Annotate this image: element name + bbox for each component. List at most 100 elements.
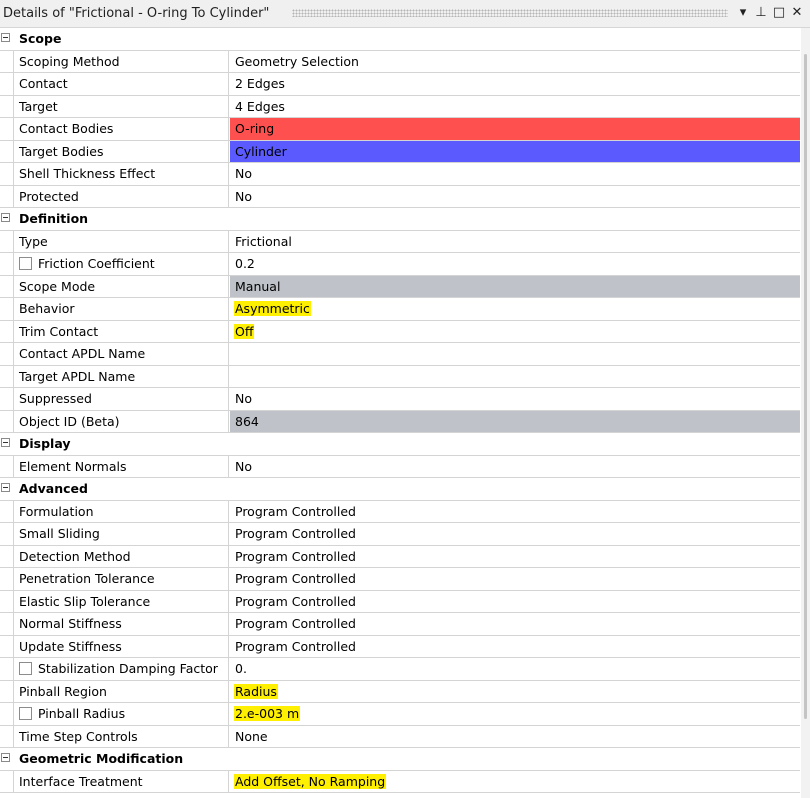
vertical-scrollbar[interactable] — [801, 28, 810, 798]
row-gutter — [0, 725, 13, 747]
property-value-cell[interactable] — [230, 343, 800, 365]
property-value-cell[interactable]: O-ring — [230, 118, 800, 140]
row-gutter — [0, 50, 13, 72]
property-value-cell[interactable]: No — [230, 163, 800, 185]
parameter-checkbox[interactable] — [19, 662, 32, 675]
property-row[interactable]: Behavior Asymmetric — [0, 298, 800, 321]
property-row[interactable]: Elastic Slip Tolerance Program Controlled — [0, 590, 800, 613]
collapse-icon[interactable] — [1, 438, 10, 447]
property-row[interactable]: Scope Mode Manual — [0, 275, 800, 298]
property-value: Program Controlled — [235, 526, 356, 541]
property-name: Element Normals — [19, 458, 127, 474]
property-value-cell[interactable]: Program Controlled — [230, 636, 800, 658]
property-value-cell[interactable]: Frictional — [230, 231, 800, 253]
row-gutter — [0, 73, 13, 95]
row-gutter — [0, 613, 13, 635]
property-value-cell[interactable]: 2 Edges — [230, 73, 800, 95]
property-row[interactable]: Element Normals No — [0, 455, 800, 478]
property-row[interactable]: Detection Method Program Controlled — [0, 545, 800, 568]
property-value-cell[interactable]: No — [230, 456, 800, 478]
property-name-cell: Trim Contact — [13, 320, 229, 342]
category-row[interactable]: Advanced — [0, 478, 800, 501]
close-icon[interactable]: ✕ — [789, 4, 805, 22]
property-value-cell[interactable]: Cylinder — [230, 140, 800, 162]
property-value-cell[interactable]: 0. — [230, 658, 800, 680]
property-value-cell[interactable]: Program Controlled — [230, 523, 800, 545]
property-name-cell: Target APDL Name — [13, 365, 229, 387]
property-value-cell[interactable]: None — [230, 726, 800, 748]
property-value-cell[interactable]: Add Offset, No Ramping — [230, 771, 800, 793]
collapse-icon[interactable] — [1, 483, 10, 492]
property-row[interactable]: Formulation Program Controlled — [0, 500, 800, 523]
property-row[interactable]: Shell Thickness Effect No — [0, 163, 800, 186]
property-value-cell[interactable]: 2.e-003 m — [230, 703, 800, 725]
property-row[interactable]: Scoping Method Geometry Selection — [0, 50, 800, 73]
property-row[interactable]: Trim Contact Off — [0, 320, 800, 343]
property-row[interactable]: Type Frictional — [0, 230, 800, 253]
property-value-cell[interactable]: Program Controlled — [230, 501, 800, 523]
property-row[interactable]: Contact APDL Name — [0, 343, 800, 366]
property-value: 4 Edges — [235, 98, 285, 114]
property-name-cell: Suppressed — [13, 388, 229, 410]
property-value-cell[interactable]: Program Controlled — [230, 568, 800, 590]
property-value: 0. — [235, 661, 247, 676]
property-row[interactable]: Interface Treatment Add Offset, No Rampin… — [0, 770, 800, 793]
property-value-cell[interactable]: No — [230, 388, 800, 410]
property-name: Target — [19, 98, 58, 114]
collapse-icon[interactable] — [1, 213, 10, 222]
property-row[interactable]: Time Step Controls None — [0, 725, 800, 748]
property-value: Program Controlled — [235, 571, 356, 586]
property-row[interactable]: Update Stiffness Program Controlled — [0, 635, 800, 658]
property-name: Formulation — [19, 503, 94, 519]
property-value: Asymmetric — [234, 301, 311, 316]
property-value-cell[interactable]: 4 Edges — [230, 96, 800, 118]
title-grip[interactable] — [292, 9, 728, 17]
property-row[interactable]: Stabilization Damping Factor 0. — [0, 658, 800, 681]
property-row[interactable]: Pinball Radius 2.e-003 m — [0, 703, 800, 726]
property-value-cell[interactable]: 0.2 — [230, 253, 800, 275]
property-row[interactable]: Suppressed No — [0, 388, 800, 411]
property-value-cell[interactable]: Program Controlled — [230, 546, 800, 568]
property-row[interactable]: Contact 2 Edges — [0, 73, 800, 96]
row-gutter — [0, 185, 13, 207]
row-gutter — [0, 365, 13, 387]
collapse-icon[interactable] — [1, 753, 10, 762]
property-value-cell[interactable]: Radius — [230, 681, 800, 703]
property-row[interactable]: Target Bodies Cylinder — [0, 140, 800, 163]
property-name: Contact APDL Name — [19, 346, 146, 361]
property-value-cell[interactable]: Geometry Selection — [230, 51, 800, 73]
property-value-cell[interactable]: Asymmetric — [230, 298, 800, 320]
collapse-icon[interactable] — [1, 33, 10, 42]
property-row[interactable]: Target APDL Name — [0, 365, 800, 388]
property-value-cell[interactable]: Off — [230, 321, 800, 343]
property-value-cell[interactable]: No — [230, 186, 800, 208]
row-gutter — [0, 568, 13, 590]
category-row[interactable]: Definition — [0, 208, 800, 231]
property-row[interactable]: Normal Stiffness Program Controlled — [0, 613, 800, 636]
property-row[interactable]: Small Sliding Program Controlled — [0, 523, 800, 546]
dropdown-menu-icon[interactable]: ▾ — [735, 4, 751, 22]
property-value: 2.e-003 m — [234, 706, 301, 721]
property-row[interactable]: Object ID (Beta) 864 — [0, 410, 800, 433]
property-row[interactable]: Pinball Region Radius — [0, 680, 800, 703]
property-value: No — [235, 458, 252, 474]
property-value-cell[interactable] — [230, 366, 800, 388]
property-name-cell: Scope Mode — [13, 275, 229, 297]
property-row[interactable]: Friction Coefficient 0.2 — [0, 253, 800, 276]
category-row[interactable]: Display — [0, 433, 800, 456]
category-row[interactable]: Geometric Modification — [0, 748, 800, 771]
category-row[interactable]: Scope — [0, 28, 800, 51]
property-row[interactable]: Contact Bodies O-ring — [0, 118, 800, 141]
maximize-icon[interactable]: □ — [771, 4, 787, 22]
category-gutter — [0, 433, 13, 455]
pin-icon[interactable]: ⊥ — [753, 4, 769, 22]
property-row[interactable]: Protected No — [0, 185, 800, 208]
property-row[interactable]: Target 4 Edges — [0, 95, 800, 118]
property-row[interactable]: Penetration Tolerance Program Controlled — [0, 568, 800, 591]
property-value-cell[interactable]: Program Controlled — [230, 613, 800, 635]
scrollbar-thumb[interactable] — [804, 54, 807, 719]
parameter-checkbox[interactable] — [19, 707, 32, 720]
property-value-cell[interactable]: Program Controlled — [230, 591, 800, 613]
parameter-checkbox[interactable] — [19, 257, 32, 270]
row-gutter — [0, 118, 13, 140]
